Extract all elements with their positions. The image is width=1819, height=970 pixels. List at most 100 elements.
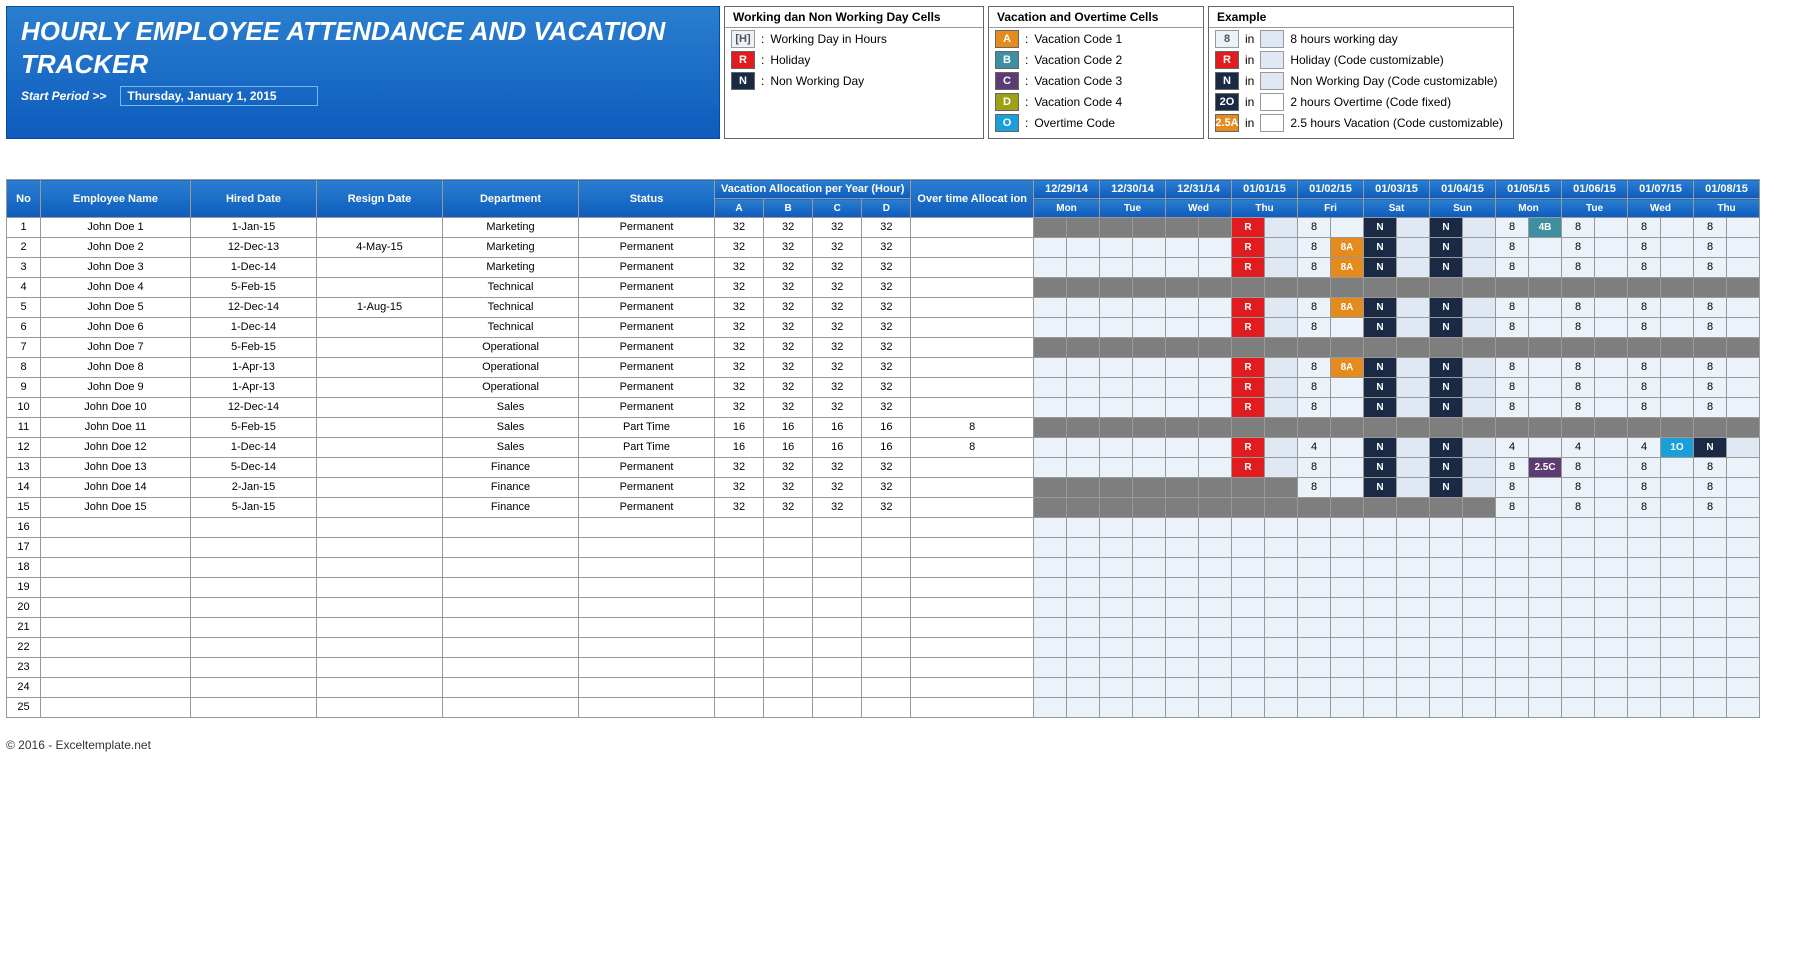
cell-day[interactable]: N	[1430, 398, 1463, 418]
cell-day[interactable]: R	[1232, 218, 1265, 238]
cell-day[interactable]	[1100, 458, 1133, 478]
cell-day-extra[interactable]	[1463, 258, 1496, 278]
cell-day[interactable]	[1694, 278, 1727, 298]
cell-day-extra[interactable]	[1463, 498, 1496, 518]
cell-day[interactable]	[1430, 498, 1463, 518]
cell-day-extra[interactable]	[1463, 438, 1496, 458]
cell-day-extra[interactable]	[1529, 358, 1562, 378]
cell-vac[interactable]: 16	[862, 418, 911, 438]
cell-vac[interactable]: 16	[862, 438, 911, 458]
cell-day-extra[interactable]	[1463, 418, 1496, 438]
cell-day-extra[interactable]	[1067, 298, 1100, 318]
cell-status[interactable]: Permanent	[579, 338, 715, 358]
cell-day[interactable]: N	[1430, 378, 1463, 398]
cell-vac[interactable]: 32	[862, 498, 911, 518]
cell-day[interactable]: 8	[1562, 358, 1595, 378]
cell-day[interactable]: N	[1430, 358, 1463, 378]
cell-day[interactable]	[1034, 218, 1067, 238]
cell-vac[interactable]: 32	[764, 258, 813, 278]
cell-day-extra[interactable]	[1661, 358, 1694, 378]
cell-day-extra[interactable]	[1199, 338, 1232, 358]
cell-day[interactable]	[1364, 418, 1397, 438]
cell-day-extra[interactable]	[1199, 498, 1232, 518]
cell-day-extra[interactable]	[1133, 498, 1166, 518]
cell-day[interactable]: 8	[1628, 258, 1661, 278]
cell-day-extra[interactable]	[1331, 458, 1364, 478]
cell-vac[interactable]: 32	[813, 298, 862, 318]
cell-day[interactable]: N	[1430, 218, 1463, 238]
cell-day-extra[interactable]	[1067, 258, 1100, 278]
cell-vac[interactable]: 32	[764, 338, 813, 358]
cell-vac[interactable]: 32	[715, 378, 764, 398]
cell-vac[interactable]: 32	[715, 278, 764, 298]
cell-day-extra[interactable]	[1265, 338, 1298, 358]
cell-day[interactable]	[1298, 498, 1331, 518]
cell-day-extra[interactable]	[1529, 418, 1562, 438]
cell-name[interactable]: John Doe 7	[41, 338, 191, 358]
cell-day[interactable]: 8	[1298, 378, 1331, 398]
cell-status[interactable]: Permanent	[579, 498, 715, 518]
cell-day-extra[interactable]	[1133, 298, 1166, 318]
cell-day[interactable]: N	[1364, 398, 1397, 418]
cell-day[interactable]: 8	[1628, 358, 1661, 378]
cell-resign[interactable]	[317, 338, 443, 358]
cell-day[interactable]: 8	[1298, 458, 1331, 478]
cell-status[interactable]: Permanent	[579, 398, 715, 418]
cell-day-extra[interactable]	[1067, 418, 1100, 438]
cell-vac[interactable]: 32	[715, 338, 764, 358]
cell-day[interactable]	[1628, 338, 1661, 358]
cell-day[interactable]: 8	[1562, 258, 1595, 278]
cell-day-extra[interactable]	[1727, 358, 1760, 378]
cell-ot[interactable]: 8	[911, 418, 1034, 438]
cell-day[interactable]	[1034, 238, 1067, 258]
cell-day-extra[interactable]	[1265, 498, 1298, 518]
cell-day[interactable]: 8	[1694, 458, 1727, 478]
cell-no[interactable]: 19	[7, 578, 41, 598]
cell-day-extra[interactable]	[1199, 478, 1232, 498]
cell-day[interactable]: 8	[1694, 218, 1727, 238]
cell-day-extra[interactable]	[1199, 278, 1232, 298]
cell-day-extra[interactable]	[1067, 478, 1100, 498]
cell-day[interactable]: 8	[1496, 318, 1529, 338]
cell-vac[interactable]: 32	[813, 218, 862, 238]
cell-day[interactable]: 8	[1496, 258, 1529, 278]
cell-day-extra[interactable]	[1595, 298, 1628, 318]
cell-day-extra[interactable]	[1133, 238, 1166, 258]
cell-no[interactable]: 17	[7, 538, 41, 558]
cell-day[interactable]: N	[1364, 358, 1397, 378]
cell-day-extra[interactable]	[1463, 478, 1496, 498]
cell-day-extra[interactable]	[1133, 458, 1166, 478]
cell-day[interactable]: 8	[1496, 298, 1529, 318]
cell-day[interactable]	[1034, 458, 1067, 478]
cell-day-extra[interactable]	[1595, 478, 1628, 498]
cell-day[interactable]: 8	[1298, 358, 1331, 378]
cell-vac[interactable]: 32	[813, 338, 862, 358]
cell-dept[interactable]: Operational	[443, 338, 579, 358]
cell-day-extra[interactable]	[1199, 358, 1232, 378]
cell-resign[interactable]	[317, 318, 443, 338]
cell-day[interactable]	[1100, 418, 1133, 438]
cell-day[interactable]: 8	[1298, 478, 1331, 498]
cell-day[interactable]	[1694, 418, 1727, 438]
cell-ot[interactable]	[911, 498, 1034, 518]
cell-vac[interactable]: 32	[715, 218, 764, 238]
cell-day[interactable]	[1100, 258, 1133, 278]
cell-no[interactable]: 18	[7, 558, 41, 578]
cell-day-extra[interactable]	[1397, 498, 1430, 518]
cell-vac[interactable]: 32	[813, 498, 862, 518]
cell-hired[interactable]: 1-Jan-15	[191, 218, 317, 238]
cell-name[interactable]: John Doe 15	[41, 498, 191, 518]
cell-vac[interactable]: 32	[715, 498, 764, 518]
cell-day[interactable]	[1364, 498, 1397, 518]
cell-day-extra[interactable]	[1199, 378, 1232, 398]
cell-day[interactable]	[1628, 418, 1661, 438]
cell-no[interactable]: 23	[7, 658, 41, 678]
cell-status[interactable]: Permanent	[579, 318, 715, 338]
cell-day[interactable]	[1430, 338, 1463, 358]
cell-day-extra[interactable]	[1199, 398, 1232, 418]
start-period-input[interactable]: Thursday, January 1, 2015	[120, 86, 317, 106]
cell-day[interactable]: 8	[1298, 218, 1331, 238]
cell-day[interactable]: R	[1232, 378, 1265, 398]
cell-day[interactable]	[1166, 238, 1199, 258]
cell-vac[interactable]: 32	[715, 398, 764, 418]
